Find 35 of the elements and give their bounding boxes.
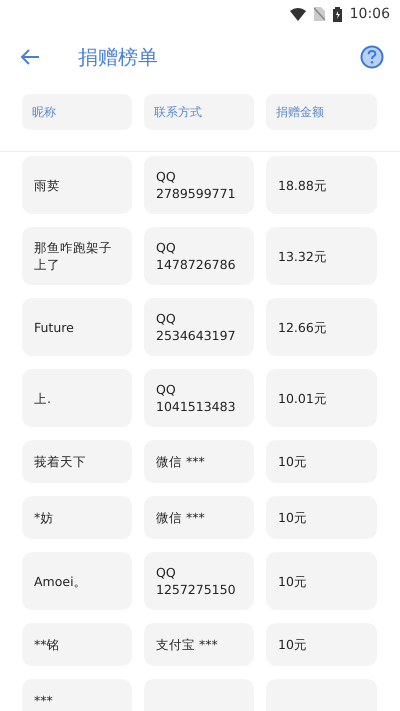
nickname-cell: **铭: [22, 623, 132, 666]
nickname-cell: ***: [22, 679, 132, 711]
status-time: 10:06: [350, 6, 390, 22]
amount-cell: 10元: [266, 623, 377, 666]
amount-cell: 13.32元: [266, 227, 377, 285]
page-title: 捐赠榜单: [78, 44, 159, 70]
column-header: 捐赠金额: [266, 94, 377, 130]
amount-cell: 12.66元: [266, 298, 377, 356]
contact-cell: 微信 ***: [144, 496, 254, 539]
contact-cell: 支付宝 ***: [144, 623, 254, 666]
nickname-cell: *妨: [22, 496, 132, 539]
amount-cell: 10.01元: [266, 369, 377, 427]
contact-cell: QQ 2534643197: [144, 298, 254, 356]
contact-cell: 微信 ***: [144, 440, 254, 483]
nickname-cell: Future: [22, 298, 132, 356]
nickname-cell: 莪着天下: [22, 440, 132, 483]
help-icon[interactable]: [360, 45, 384, 69]
column-header: 昵称: [22, 94, 132, 130]
contact-cell: QQ 1257275150: [144, 552, 254, 610]
wifi-icon: [290, 8, 306, 20]
contact-cell: QQ 1478726786: [144, 227, 254, 285]
amount-cell: 10元: [266, 552, 377, 610]
nickname-cell: 那鱼咋跑架子上了: [22, 227, 132, 285]
nickname-cell: 上.: [22, 369, 132, 427]
no-sim-icon: [314, 7, 325, 21]
contact-cell: QQ 2789599771: [144, 156, 254, 214]
amount-cell: 10元: [266, 440, 377, 483]
amount-cell: 10元: [266, 496, 377, 539]
nickname-cell: Amoei。: [22, 552, 132, 610]
amount-cell: 18.88元: [266, 156, 377, 214]
contact-cell: QQ 1041513483: [144, 369, 254, 427]
back-button[interactable]: [20, 49, 40, 65]
battery-icon: [332, 6, 342, 22]
nickname-cell: 雨荬: [22, 156, 132, 214]
column-header: 联系方式: [144, 94, 254, 130]
